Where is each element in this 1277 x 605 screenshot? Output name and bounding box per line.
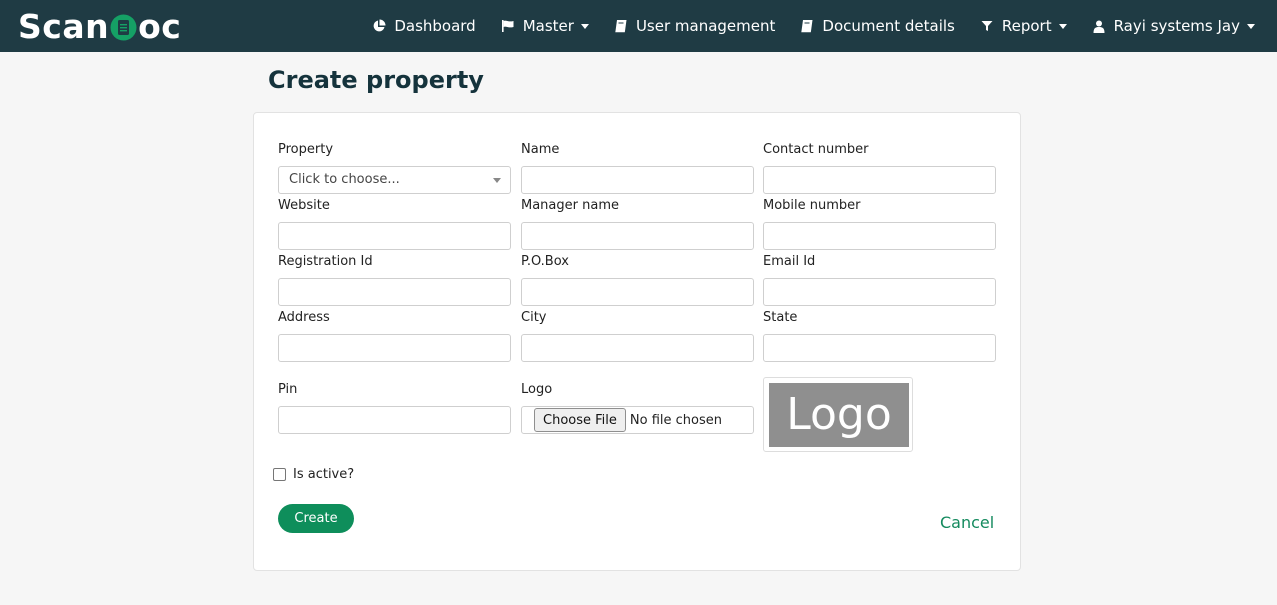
pin-label: Pin: [278, 382, 298, 397]
manager-name-label: Manager name: [521, 198, 619, 213]
logo-preview: Logo: [763, 377, 913, 452]
document-icon: [110, 14, 137, 40]
mobile-number-label: Mobile number: [763, 198, 861, 213]
nav-menu: Dashboard Master User management Documen…: [347, 0, 1255, 52]
address-label: Address: [278, 310, 330, 325]
pin-field: Pin: [278, 381, 511, 434]
book-icon: [799, 18, 815, 34]
contact-number-field: Contact number: [763, 141, 996, 194]
address-input[interactable]: [278, 334, 511, 362]
nav-user-menu[interactable]: Rayi systems Jay: [1091, 17, 1255, 35]
logo-placeholder-image: Logo: [769, 383, 909, 447]
nav-user-management-label: User management: [635, 17, 776, 35]
chevron-down-icon: [1247, 23, 1255, 29]
manager-name-field: Manager name: [521, 197, 754, 250]
name-input[interactable]: [521, 166, 754, 194]
nav-dashboard[interactable]: Dashboard: [371, 17, 476, 35]
city-label: City: [521, 310, 547, 325]
chevron-down-icon: [493, 178, 501, 183]
email-id-field: Email Id: [763, 253, 996, 306]
cancel-link[interactable]: Cancel: [940, 513, 994, 532]
nav-report[interactable]: Report: [979, 17, 1067, 35]
property-label: Property: [278, 142, 334, 157]
property-field: Property Click to choose...: [278, 141, 511, 194]
nav-report-label: Report: [1001, 17, 1052, 35]
is-active-checkbox[interactable]: [273, 468, 286, 481]
state-label: State: [763, 310, 798, 325]
city-field: City: [521, 309, 754, 362]
is-active-row: Is active?: [273, 467, 354, 482]
address-field: Address: [278, 309, 511, 362]
chevron-down-icon: [1058, 23, 1067, 29]
scandoc-logo[interactable]: Scan oc: [18, 6, 181, 46]
chevron-down-icon: [580, 23, 589, 29]
property-select[interactable]: Click to choose...: [278, 166, 511, 194]
mobile-number-input[interactable]: [763, 222, 996, 250]
book-icon: [613, 18, 629, 34]
name-label: Name: [521, 142, 560, 157]
choose-file-button[interactable]: Choose File: [534, 408, 626, 432]
contact-number-input[interactable]: [763, 166, 996, 194]
property-select-value: Click to choose...: [289, 172, 400, 187]
name-field: Name: [521, 141, 754, 194]
mobile-number-field: Mobile number: [763, 197, 996, 250]
top-navbar: Scan oc Dashboard Master User management…: [0, 0, 1277, 52]
nav-master-label: Master: [522, 17, 574, 35]
nav-user-management[interactable]: User management: [613, 17, 775, 35]
create-property-form: Property Click to choose... Name Contact…: [253, 112, 1021, 571]
file-status: No file chosen: [629, 412, 722, 428]
filter-icon: [979, 18, 995, 34]
website-field: Website: [278, 197, 511, 250]
brand-text-left: Scan: [18, 6, 110, 46]
nav-master[interactable]: Master: [500, 17, 589, 35]
page-title: Create property: [268, 66, 484, 94]
registration-id-input[interactable]: [278, 278, 511, 306]
website-input[interactable]: [278, 222, 511, 250]
manager-name-input[interactable]: [521, 222, 754, 250]
email-id-label: Email Id: [763, 254, 816, 269]
email-id-input[interactable]: [763, 278, 996, 306]
contact-number-label: Contact number: [763, 142, 869, 157]
logo-field: Logo Choose File No file chosen: [521, 381, 754, 434]
state-input[interactable]: [763, 334, 996, 362]
po-box-field: P.O.Box: [521, 253, 754, 306]
nav-document-details-label: Document details: [822, 17, 955, 35]
state-field: State: [763, 309, 996, 362]
po-box-label: P.O.Box: [521, 254, 569, 269]
nav-document-details[interactable]: Document details: [799, 17, 955, 35]
website-label: Website: [278, 198, 330, 213]
user-icon: [1091, 18, 1107, 34]
registration-id-label: Registration Id: [278, 254, 373, 269]
pie-chart-icon: [371, 18, 387, 34]
nav-user-label: Rayi systems Jay: [1113, 17, 1240, 35]
is-active-label: Is active?: [293, 467, 355, 482]
nav-dashboard-label: Dashboard: [394, 17, 476, 35]
flag-icon: [500, 18, 516, 34]
brand-text-right: oc: [138, 6, 182, 46]
create-button[interactable]: Create: [278, 504, 354, 533]
po-box-input[interactable]: [521, 278, 754, 306]
logo-label: Logo: [521, 382, 553, 397]
city-input[interactable]: [521, 334, 754, 362]
pin-input[interactable]: [278, 406, 511, 434]
logo-file-input[interactable]: Choose File No file chosen: [521, 406, 754, 434]
registration-id-field: Registration Id: [278, 253, 511, 306]
